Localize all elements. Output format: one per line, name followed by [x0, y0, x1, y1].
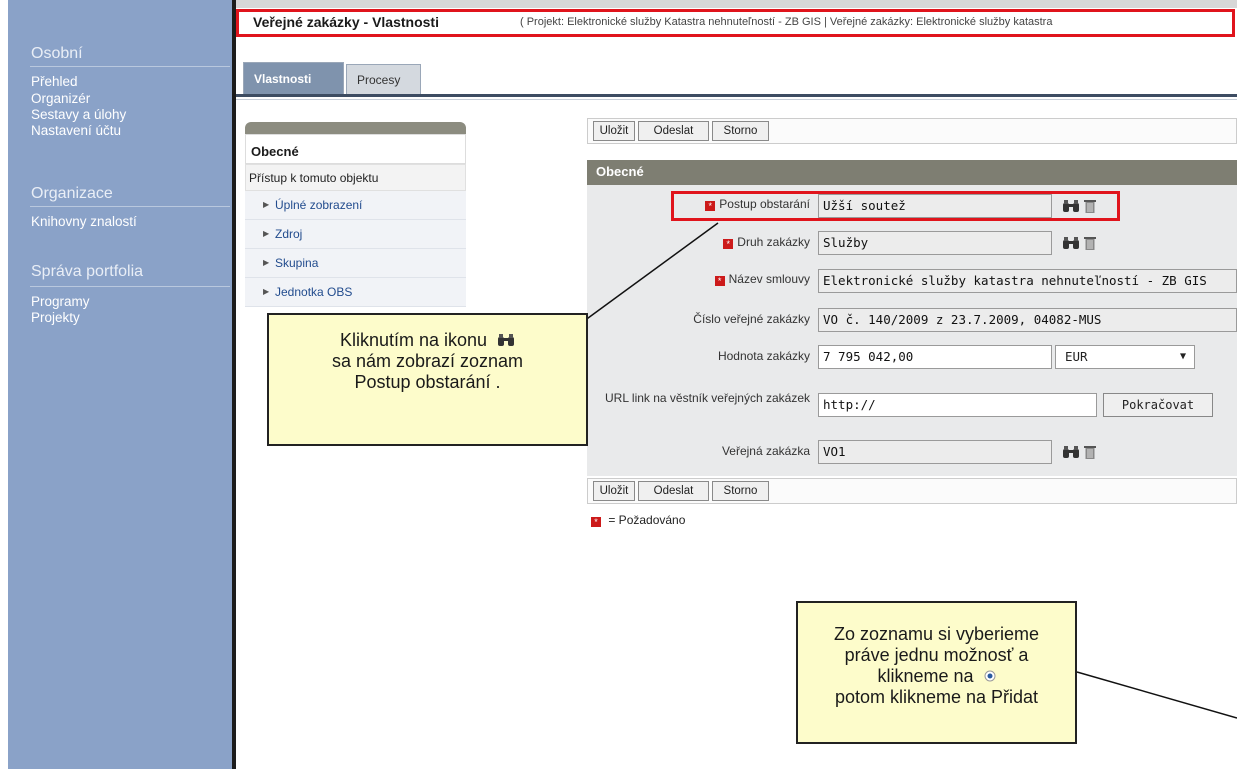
- nav-item-obecne[interactable]: Obecné: [245, 134, 466, 164]
- binoculars-icon: [498, 334, 515, 346]
- callout-line: Kliknutím na ikonu: [269, 330, 586, 351]
- required-marker-icon: *: [591, 517, 601, 527]
- breadcrumb: ( Projekt: Elektronické služby Katastra …: [520, 16, 1053, 28]
- trash-icon[interactable]: [1084, 445, 1096, 459]
- tab-procesy[interactable]: Procesy: [346, 64, 421, 94]
- hodnota-field[interactable]: 7 795 042,00: [818, 345, 1052, 369]
- form-section-header: Obecné: [587, 160, 1237, 185]
- radio-button-icon: [984, 670, 996, 682]
- callout-line: sa nám zobrazí zoznam: [331, 351, 524, 371]
- sidebar: Osobní Přehled Organizér Sestavy a úlohy…: [8, 0, 232, 769]
- trash-icon[interactable]: [1084, 236, 1096, 250]
- nav-item-label: Skupina: [275, 256, 319, 270]
- triangle-right-icon: ▶: [263, 258, 270, 267]
- sidebar-item-prehled[interactable]: Přehled: [31, 74, 78, 89]
- druh-field[interactable]: Služby: [818, 231, 1052, 255]
- druh-label-text: Druh zakázky: [737, 235, 810, 249]
- callout-binoculars-hint: Kliknutím na ikonu sa nám zobrazí zoznam…: [267, 313, 588, 446]
- page-header: Veřejné zakázky - Vlastnosti ( Projekt: …: [236, 9, 1235, 37]
- currency-select[interactable]: EUR ▼: [1055, 345, 1195, 369]
- triangle-right-icon: ▶: [263, 287, 270, 296]
- highlight-box: [671, 191, 1120, 221]
- save-button[interactable]: Uložit: [593, 481, 635, 501]
- cislo-field[interactable]: VO č. 140/2009 z 23.7.2009, 04082-MUS: [818, 308, 1237, 332]
- cislo-label: Číslo veřejné zakázky: [693, 312, 810, 326]
- tab-underline: [236, 94, 1237, 97]
- sidebar-item-knihovny[interactable]: Knihovny znalostí: [31, 214, 137, 229]
- sidebar-item-projekty[interactable]: Projekty: [31, 310, 80, 325]
- tab-underline-light: [236, 99, 1237, 100]
- callout-line-2: [1076, 671, 1237, 719]
- sidebar-section-sprava: Správa portfolia: [31, 263, 144, 280]
- continue-button[interactable]: Pokračovat: [1103, 393, 1213, 417]
- cancel-button[interactable]: Storno: [712, 121, 769, 141]
- nav-item-label: Jednotka OBS: [275, 285, 353, 299]
- nav-item-jednotka-obs[interactable]: ▶ Jednotka OBS: [245, 278, 466, 307]
- hodnota-label: Hodnota zakázky: [717, 349, 810, 363]
- nav-item-label: Zdroj: [275, 227, 303, 241]
- nav-item-label: Úplné zobrazení: [275, 198, 363, 212]
- top-strip: [236, 0, 1237, 8]
- sidebar-edge: [232, 0, 236, 769]
- callout-line: Zo zoznamu si vyberieme: [833, 624, 1040, 644]
- nav-header-bar: [245, 122, 466, 134]
- sidebar-section-osobni: Osobní: [31, 45, 83, 62]
- nav-item-label: Obecné: [251, 144, 299, 159]
- sidebar-divider: [30, 206, 230, 207]
- sidebar-item-sestavy[interactable]: Sestavy a úlohy: [31, 107, 126, 122]
- binoculars-icon[interactable]: [1062, 236, 1080, 250]
- form-section-title: Obecné: [596, 164, 644, 179]
- save-button[interactable]: Uložit: [593, 121, 635, 141]
- sidebar-item-nastaveni[interactable]: Nastavení účtu: [31, 123, 121, 138]
- nav-item-skupina[interactable]: ▶ Skupina: [245, 249, 466, 278]
- currency-value: EUR: [1065, 349, 1088, 364]
- callout-text: Kliknutím na ikonu: [339, 330, 488, 350]
- sidebar-item-organizer[interactable]: Organizér: [31, 91, 90, 106]
- send-button[interactable]: Odeslat: [638, 121, 709, 141]
- button-bar-bottom: Uložit Odeslat Storno: [587, 478, 1237, 504]
- verejna-label: Veřejná zakázka: [721, 444, 810, 458]
- tab-vlastnosti[interactable]: Vlastnosti: [243, 62, 344, 94]
- triangle-right-icon: ▶: [263, 200, 270, 209]
- button-bar-top: Uložit Odeslat Storno: [587, 118, 1237, 144]
- callout-line: potom klikneme na Přidat: [834, 687, 1039, 707]
- url-label: URL link na věstník veřejných zakázek: [605, 391, 810, 405]
- nazev-label-text: Název smlouvy: [728, 272, 810, 286]
- callout-line: práve jednu možnosť a: [844, 645, 1029, 665]
- nav-item-pristup[interactable]: Přístup k tomuto objektu: [245, 164, 466, 191]
- required-marker-icon: *: [714, 276, 725, 286]
- callout-line: Postup obstarání .: [354, 372, 501, 392]
- required-legend-text: = Požadováno: [608, 513, 686, 527]
- send-button[interactable]: Odeslat: [638, 481, 709, 501]
- cancel-button[interactable]: Storno: [712, 481, 769, 501]
- binoculars-icon[interactable]: [1062, 445, 1080, 459]
- callout-line: klikneme na: [798, 666, 1075, 687]
- druh-label: * Druh zakázky: [600, 235, 810, 249]
- callout-text: klikneme na: [877, 666, 974, 686]
- triangle-right-icon: ▶: [263, 229, 270, 238]
- nazev-field[interactable]: Elektronické služby katastra nehnuteľnos…: [818, 269, 1237, 293]
- nazev-label: * Název smlouvy: [600, 272, 810, 286]
- callout-select-hint: Zo zoznamu si vyberieme práve jednu možn…: [796, 601, 1077, 744]
- sidebar-section-organizace: Organizace: [31, 185, 113, 202]
- required-legend: * = Požadováno: [591, 513, 685, 527]
- verejna-field[interactable]: VO1: [818, 440, 1052, 464]
- chevron-down-icon: ▼: [1179, 351, 1186, 362]
- page-title: Veřejné zakázky - Vlastnosti: [253, 14, 439, 30]
- sidebar-divider: [30, 286, 230, 287]
- nav-item-zdroj[interactable]: ▶ Zdroj: [245, 220, 466, 249]
- sidebar-divider: [30, 66, 230, 67]
- required-marker-icon: *: [723, 239, 734, 249]
- url-field[interactable]: http://: [818, 393, 1097, 417]
- nav-item-uplne-zobrazeni[interactable]: ▶ Úplné zobrazení: [245, 191, 466, 220]
- nav-item-label: Přístup k tomuto objektu: [249, 171, 379, 185]
- sidebar-item-programy[interactable]: Programy: [31, 294, 90, 309]
